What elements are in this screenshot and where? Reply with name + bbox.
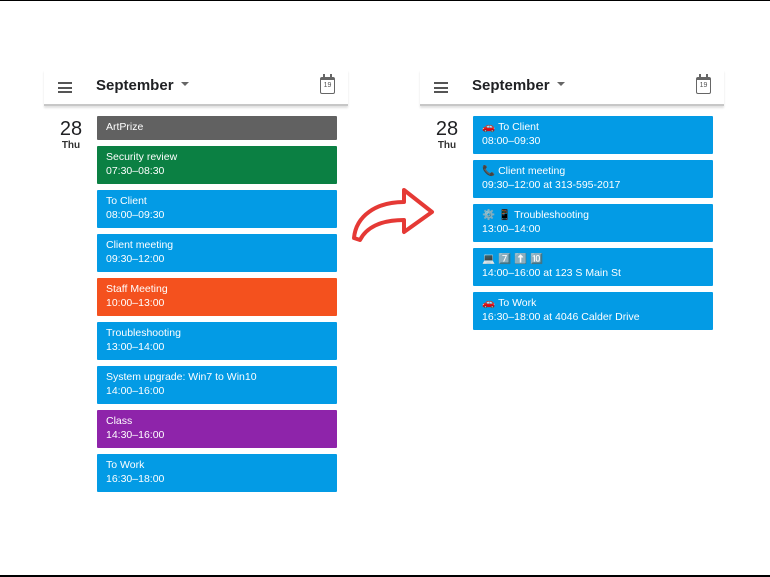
event-title: Client meeting: [106, 239, 174, 251]
event-title: To Work: [106, 459, 145, 471]
hamburger-menu-icon[interactable]: [58, 82, 72, 93]
calendar-panel-before: September 19 28 Thu ArtPrize Security re…: [44, 70, 348, 510]
event-card[interactable]: To Client 08:00–09:30: [97, 190, 337, 228]
event-time: 16:30–18:00: [106, 473, 165, 485]
event-time: 10:00–13:00: [106, 297, 165, 309]
event-title: Troubleshooting: [106, 327, 181, 339]
event-card[interactable]: 🚗 To Client 08:00–09:30: [473, 116, 713, 154]
calendar-today-icon[interactable]: 19: [696, 74, 711, 94]
top-border: [0, 0, 770, 1]
month-selector[interactable]: September: [472, 77, 565, 94]
event-title: System upgrade: Win7 to Win10: [106, 371, 257, 383]
calendar-today-icon[interactable]: 19: [320, 74, 335, 94]
event-list: ArtPrize Security review 07:30–08:30 To C…: [97, 116, 337, 498]
month-label: September: [472, 77, 550, 94]
phone-icon: 📞: [482, 165, 496, 177]
car-icon: 🚗: [482, 297, 496, 309]
month-label: September: [96, 77, 174, 94]
event-time: 14:00–16:00 at 123 S Main St: [482, 267, 621, 279]
event-card[interactable]: ArtPrize: [97, 116, 337, 140]
event-title: To Client: [498, 121, 539, 133]
event-time: 09:30–12:00: [106, 253, 165, 265]
event-card[interactable]: Class 14:30–16:00: [97, 410, 337, 448]
event-title: Class: [106, 415, 133, 427]
event-time: 14:00–16:00: [106, 385, 165, 397]
caret-down-icon: [180, 82, 189, 87]
event-time: 16:30–18:00 at 4046 Calder Drive: [482, 311, 640, 323]
event-card[interactable]: To Work 16:30–18:00: [97, 454, 337, 492]
event-card[interactable]: System upgrade: Win7 to Win10 14:00–16:00: [97, 366, 337, 404]
day-name: Thu: [61, 140, 81, 151]
day-number: 28: [435, 118, 459, 140]
app-bar: September 19: [420, 70, 724, 106]
event-card[interactable]: ⚙️ 📱 Troubleshooting 13:00–14:00: [473, 204, 713, 242]
event-title: To Client: [106, 195, 147, 207]
laptop-upgrade-icon: 💻 7️⃣ ⬆️ 🔟: [482, 253, 544, 265]
hamburger-menu-icon[interactable]: [434, 82, 448, 93]
event-time: 13:00–14:00: [106, 341, 165, 353]
car-icon: 🚗: [482, 121, 496, 133]
event-title: Client meeting: [498, 165, 566, 177]
event-list: 🚗 To Client 08:00–09:30 📞 Client meeting 09:…: [473, 116, 713, 336]
event-title: Troubleshooting: [514, 209, 589, 221]
event-time: 14:30–16:00: [106, 429, 165, 441]
event-title: ArtPrize: [106, 121, 144, 133]
event-card[interactable]: 📞 Client meeting 09:30–12:00 at 313-595-20…: [473, 160, 713, 198]
event-card[interactable]: Troubleshooting 13:00–14:00: [97, 322, 337, 360]
month-selector[interactable]: September: [96, 77, 189, 94]
gear-mobile-icon: ⚙️ 📱: [482, 209, 512, 221]
app-bar: September 19: [44, 70, 348, 106]
day-number: 28: [59, 118, 83, 140]
caret-down-icon: [556, 82, 565, 87]
event-card[interactable]: 🚗 To Work 16:30–18:00 at 4046 Calder Drive: [473, 292, 713, 330]
event-time: 08:00–09:30: [482, 135, 541, 147]
event-time: 13:00–14:00: [482, 223, 541, 235]
event-time: 07:30–08:30: [106, 165, 165, 177]
event-card[interactable]: 💻 7️⃣ ⬆️ 🔟 14:00–16:00 at 123 S Main St: [473, 248, 713, 286]
event-title: Security review: [106, 151, 178, 163]
event-time: 09:30–12:00 at 313-595-2017: [482, 179, 621, 191]
event-title: To Work: [498, 297, 537, 309]
day-name: Thu: [437, 140, 457, 151]
event-title: Staff Meeting: [106, 283, 168, 295]
event-card[interactable]: Client meeting 09:30–12:00: [97, 234, 337, 272]
event-card[interactable]: Security review 07:30–08:30: [97, 146, 337, 184]
calendar-panel-after: September 19 28 Thu 🚗 To Client 08:00–09:3…: [420, 70, 724, 510]
event-time: 08:00–09:30: [106, 209, 165, 221]
event-card[interactable]: Staff Meeting 10:00–13:00: [97, 278, 337, 316]
